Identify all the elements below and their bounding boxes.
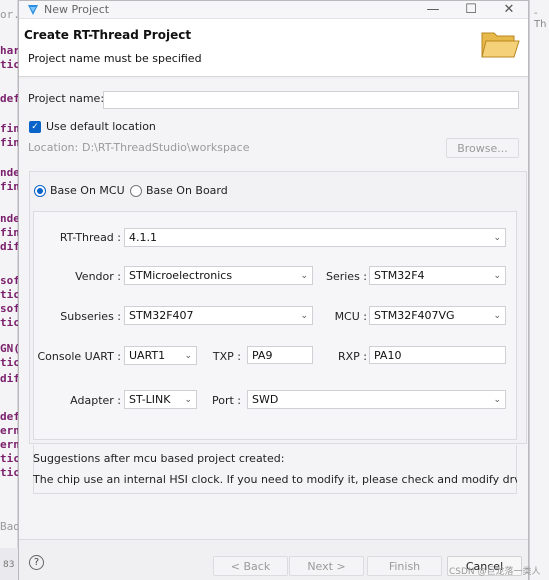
- background-code-line: tic: [0, 316, 18, 329]
- background-code-line: fin: [0, 122, 18, 135]
- background-code-line: tic: [0, 452, 18, 465]
- series-value: STM32F4: [374, 269, 425, 282]
- series-select[interactable]: STM32F4 ⌄: [369, 266, 506, 285]
- use-default-location-label: Use default location: [46, 120, 156, 133]
- background-code-line: tic: [0, 58, 18, 71]
- wizard-header: Create RT-Thread Project Project name mu…: [19, 19, 528, 77]
- watermark-text: CSDN @巨龙落一类人: [449, 567, 541, 577]
- project-name-input[interactable]: [103, 91, 519, 109]
- chevron-down-icon: ⌄: [493, 232, 501, 243]
- maximize-button[interactable]: ☐: [452, 1, 490, 19]
- close-icon: ✕: [503, 2, 515, 17]
- adapter-label: Adapter :: [70, 394, 121, 407]
- rtthread-version-label: RT-Thread :: [59, 231, 121, 244]
- chevron-down-icon: ⌄: [493, 310, 501, 321]
- background-code-line: fin: [0, 180, 18, 193]
- background-code-line: sof: [0, 302, 18, 315]
- project-name-label: Project name:: [28, 92, 105, 105]
- page-title: Create RT-Thread Project: [24, 28, 192, 42]
- finish-button[interactable]: Finish: [367, 556, 442, 576]
- new-project-dialog: New Project — ☐ ✕ Create RT-Thread Proje…: [18, 0, 541, 580]
- suggestions-title: Suggestions after mcu based project crea…: [33, 452, 285, 465]
- chevron-down-icon: ⌄: [300, 310, 308, 321]
- background-code-line: Bad: [0, 520, 18, 533]
- background-code-line: har: [0, 44, 18, 57]
- vendor-value: STMicroelectronics: [129, 269, 233, 282]
- background-code-line: nde: [0, 166, 18, 179]
- location-label: Location:: [28, 141, 79, 154]
- txp-input[interactable]: PA9: [247, 346, 313, 364]
- rt-thread-app-icon: [28, 4, 38, 15]
- background-code-line: tic: [0, 356, 18, 369]
- chevron-down-icon: ⌄: [300, 270, 308, 281]
- background-code-line: dif: [0, 240, 18, 253]
- help-icon[interactable]: ?: [29, 555, 44, 570]
- subseries-value: STM32F407: [129, 309, 194, 322]
- rtthread-version-value: 4.1.1: [129, 231, 157, 244]
- background-code-line: ern: [0, 424, 18, 437]
- suggestions-text: The chip use an internal HSI clock. If y…: [33, 473, 517, 486]
- minimize-icon: —: [426, 2, 440, 17]
- base-on-mcu-label: Base On MCU: [50, 184, 125, 197]
- chevron-down-icon: ⌄: [493, 394, 501, 405]
- title-bar: New Project — ☐ ✕: [19, 1, 528, 19]
- base-on-mcu-radio[interactable]: [34, 184, 46, 197]
- vendor-select[interactable]: STMicroelectronics ⌄: [124, 266, 313, 285]
- background-right-strip: -Th: [529, 0, 549, 580]
- console-uart-select[interactable]: UART1 ⌄: [124, 346, 197, 365]
- background-code-line: nde: [0, 212, 18, 225]
- txp-label: TXP :: [212, 350, 241, 363]
- mcu-value: STM32F407VG: [374, 309, 455, 322]
- chevron-down-icon: ⌄: [493, 270, 501, 281]
- background-bottom-strip: 83: [0, 548, 18, 580]
- background-code-line: tic: [0, 288, 18, 301]
- background-code-line: def: [0, 92, 18, 105]
- wizard-footer: ? < Back Next > Finish Cancel CSDN @巨龙落一…: [19, 539, 541, 580]
- rxp-label: RXP :: [337, 350, 367, 363]
- adapter-select[interactable]: ST-LINK ⌄: [124, 390, 197, 409]
- folder-open-icon: [481, 32, 520, 58]
- background-editor-strip: or...harticdeffinfinndefinndefindifsofti…: [0, 0, 18, 580]
- background-code-line: sof: [0, 274, 18, 287]
- background-code-line: ern: [0, 438, 18, 451]
- subseries-select[interactable]: STM32F407 ⌄: [124, 306, 313, 325]
- rtthread-version-select[interactable]: 4.1.1 ⌄: [124, 228, 506, 247]
- location-field[interactable]: D:\RT-ThreadStudio\workspace: [82, 141, 250, 154]
- port-select[interactable]: SWD ⌄: [247, 390, 506, 409]
- chevron-down-icon: ⌄: [184, 350, 192, 361]
- background-code-line: fin: [0, 136, 18, 149]
- series-label: Series :: [325, 270, 367, 283]
- background-right-tab: -Th: [534, 8, 547, 30]
- background-code-line: def: [0, 410, 18, 423]
- rxp-input[interactable]: PA10: [369, 346, 506, 364]
- back-button[interactable]: < Back: [213, 556, 288, 576]
- maximize-icon: ☐: [465, 2, 477, 17]
- vendor-label: Vendor :: [75, 270, 121, 283]
- wizard-content: Project name: ✓ Use default location Loc…: [19, 79, 528, 539]
- browse-button[interactable]: Browse...: [446, 138, 519, 158]
- background-bottom-text: 83: [3, 560, 15, 570]
- background-code-line: fin: [0, 226, 18, 239]
- next-button[interactable]: Next >: [289, 556, 364, 576]
- base-on-board-radio[interactable]: [130, 184, 142, 197]
- background-code-line: GN(: [0, 342, 18, 355]
- background-code-line: or...: [0, 8, 18, 21]
- background-code-line: tic: [0, 466, 18, 479]
- port-label: Port :: [211, 394, 241, 407]
- console-uart-value: UART1: [129, 349, 166, 362]
- window-title: New Project: [44, 3, 110, 16]
- adapter-value: ST-LINK: [129, 393, 171, 406]
- error-message: Project name must be specified: [28, 52, 202, 65]
- close-button[interactable]: ✕: [490, 1, 528, 19]
- subseries-label: Subseries :: [60, 310, 121, 323]
- chevron-down-icon: ⌄: [184, 394, 192, 405]
- mcu-select[interactable]: STM32F407VG ⌄: [369, 306, 506, 325]
- minimize-button[interactable]: —: [414, 1, 452, 19]
- background-code-line: dif: [0, 372, 18, 385]
- base-on-board-label: Base On Board: [146, 184, 228, 197]
- use-default-location-checkbox[interactable]: ✓: [29, 120, 41, 133]
- mcu-label: MCU :: [334, 310, 367, 323]
- console-uart-label: Console UART :: [37, 350, 121, 363]
- port-value: SWD: [252, 393, 279, 406]
